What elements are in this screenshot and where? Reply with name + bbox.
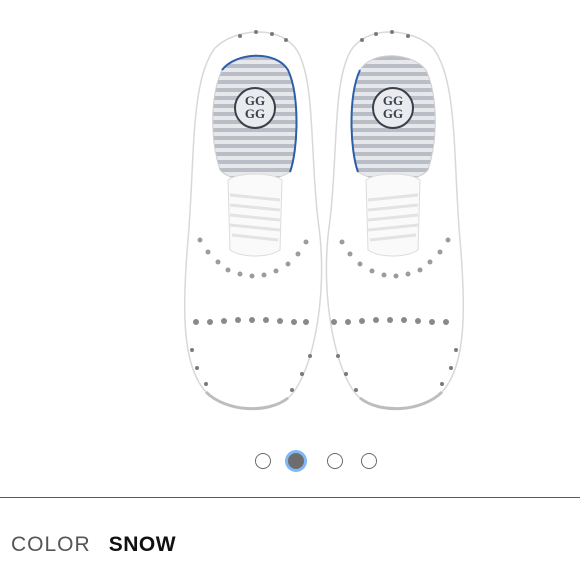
color-selector[interactable]: COLOR SNOW (11, 533, 176, 561)
carousel-dot-2-active[interactable] (288, 453, 304, 469)
carousel-dot-3[interactable] (327, 453, 343, 469)
svg-text:GG: GG (245, 106, 265, 121)
color-value: SNOW (108, 533, 177, 556)
left-shoe: GG GG (183, 30, 323, 411)
right-shoe: GG GG (325, 30, 465, 411)
product-image[interactable]: GG GG GG GG (0, 0, 580, 440)
carousel-dot-1[interactable] (255, 453, 271, 469)
svg-text:GG: GG (383, 106, 403, 121)
color-label: COLOR (11, 533, 91, 556)
section-divider (0, 497, 580, 498)
image-carousel-pager (0, 447, 580, 475)
carousel-dot-4[interactable] (361, 453, 377, 469)
product-page: GG GG GG GG COLOR SNOW (0, 0, 580, 580)
